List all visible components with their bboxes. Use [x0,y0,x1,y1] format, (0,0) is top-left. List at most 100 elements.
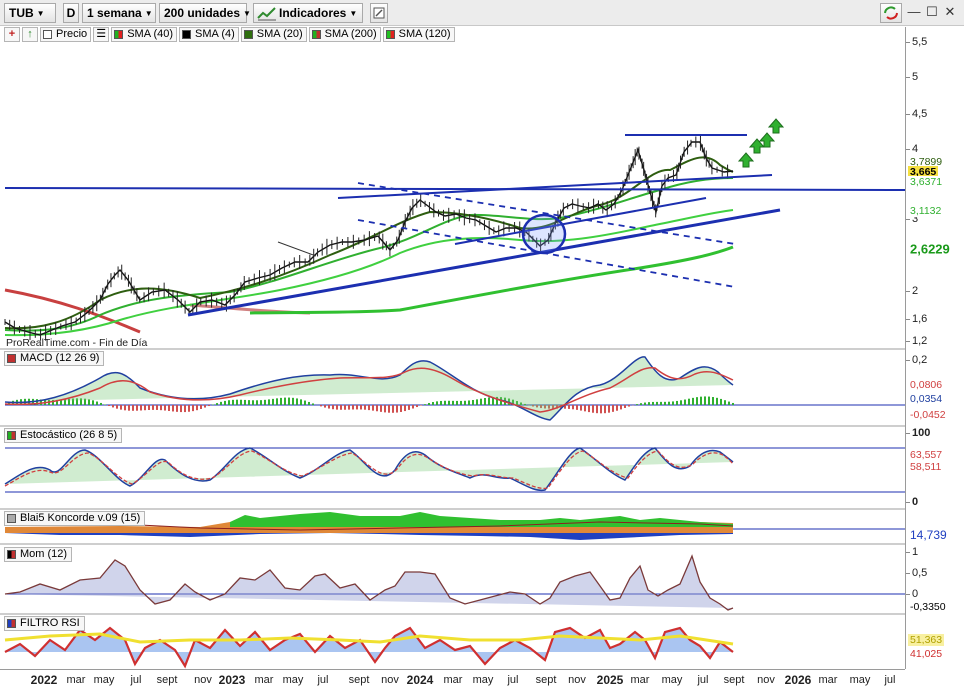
koncorde-blue-area [5,533,733,540]
date-tick-label: may [282,674,304,686]
macd-panel-label[interactable]: MACD (12 26 9) [4,351,105,366]
mom-tick: 0 [905,588,919,600]
date-tick-label: sept [535,674,557,686]
rsi-value-badge-b: 41,025 [908,648,945,660]
macd-histogram-bar [136,405,138,411]
up-arrows-icon [737,118,785,168]
koncorde-panel-label[interactable]: Blai5 Koncorde v.09 (15) [4,511,146,526]
date-tick-label: 2022 [30,673,58,687]
macd-histogram-bar [588,405,590,413]
macd-histogram-bar [140,405,142,411]
price-tick: 1,2 [905,335,928,347]
stoch-panel-label[interactable]: Estocástico (26 8 5) [4,428,123,443]
macd-histogram-bar [364,405,366,410]
minimize-icon[interactable]: — [906,4,922,20]
macd-histogram-bar [372,405,374,411]
macd-histogram-bar [276,398,278,405]
mom-value-badge: -0,3350 [908,601,948,613]
macd-histogram-bar [472,399,474,405]
stoch-tick: 0 [905,496,919,508]
date-tick-label: may [93,674,115,686]
date-tick-label: 2025 [596,673,624,687]
macd-histogram-bar [124,405,126,411]
macd-histogram-bar [176,405,178,412]
trendline-upper [337,174,773,199]
macd-histogram-bar [424,404,426,405]
close-icon[interactable]: ✕ [942,4,958,20]
koncorde-label: Blai5 Koncorde v.09 (15) [20,512,141,524]
macd-histogram-bar [388,405,390,413]
maximize-icon[interactable]: ☐ [924,4,940,20]
macd-histogram-bar [408,405,410,410]
stoch-label: Estocástico (26 8 5) [20,429,118,441]
macd-histogram-bar [292,397,294,405]
macd-histogram-bar [432,402,434,405]
macd-histogram-bar [196,405,198,411]
date-tick-label: sept [723,674,745,686]
macd-histogram-bar [164,405,166,411]
macd-histogram-bar [240,399,242,405]
date-tick-label: mar [818,674,838,686]
macd-histogram-bar [168,405,170,411]
macd-histogram-bar [640,403,642,405]
macd-histogram-bar [460,400,462,405]
macd-signal-badge: 0,0354 [908,393,945,405]
stoch-tick: 100 [905,427,931,439]
macd-value-badge: 0,0806 [908,379,945,391]
macd-histogram-bar [352,405,354,410]
macd-histogram-bar [220,401,222,405]
support-line-horizontal [4,187,905,191]
macd-histogram-bar [296,398,298,405]
macd-histogram-bar [248,400,250,405]
macd-histogram-bar [672,401,674,405]
stochastic-pane [4,447,905,493]
macd-histogram-bar [644,402,646,405]
koncorde-swatch [7,514,16,523]
macd-histogram-bar [608,405,610,413]
macd-histogram-bar [116,405,118,409]
macd-histogram-bar [440,400,442,405]
macd-histogram-bar [104,404,106,405]
macd-histogram-bar [208,405,210,407]
macd-histogram-bar [576,405,578,410]
stoch-swatch [7,431,16,440]
macd-histogram-bar [204,405,206,408]
macd-histogram-bar [304,400,306,405]
macd-histogram-bar [280,397,282,405]
macd-histogram-bar [144,405,146,411]
date-tick-label: jul [130,674,142,686]
stoch-k-badge: 63,557 [908,449,945,461]
macd-histogram-bar [732,402,734,405]
macd-histogram-bar [676,400,678,405]
macd-histogram-bar [696,397,698,405]
macd-histogram-bar [716,397,718,405]
macd-histogram-bar [660,401,662,405]
date-tick-label: mar [630,674,650,686]
macd-histogram-bar [400,405,402,412]
macd-histogram-bar [604,405,606,414]
macd-histogram-bar [192,405,194,412]
macd-histogram-bar [628,405,630,407]
macd-histogram-bar [652,401,654,405]
macd-histogram-bar [704,396,706,405]
mom-tick: 0,5 [905,567,928,579]
macd-histogram-bar [288,397,290,405]
macd-histogram-bar [128,405,130,411]
date-tick-label: mar [66,674,86,686]
macd-histogram-bar [256,400,258,405]
mom-panel-label[interactable]: Mom (12) [4,547,73,562]
chart-canvas[interactable] [0,0,905,669]
sma200-value-badge: 2,6229 [908,241,952,257]
date-axis[interactable]: 2022 mar may jul sept nov 2023 mar may jul sept nov… [0,669,905,689]
rsi-panel-label[interactable]: FILTRO RSI [4,616,85,631]
sma40-line [4,177,734,332]
macd-histogram-bar [392,405,394,413]
macd-histogram-bar [620,405,622,410]
date-tick-label: nov [568,674,586,686]
macd-histogram-bar [172,405,174,412]
macd-histogram-bar [484,397,486,405]
macd-label: MACD (12 26 9) [20,352,100,364]
macd-histogram-bar [412,405,414,409]
value-axis[interactable]: 5,5 5 4,5 4 3 2 1,6 1,2 3,7899 3,665 3,6… [905,27,964,669]
sma40-value-badge: 3,6371 [908,176,945,188]
